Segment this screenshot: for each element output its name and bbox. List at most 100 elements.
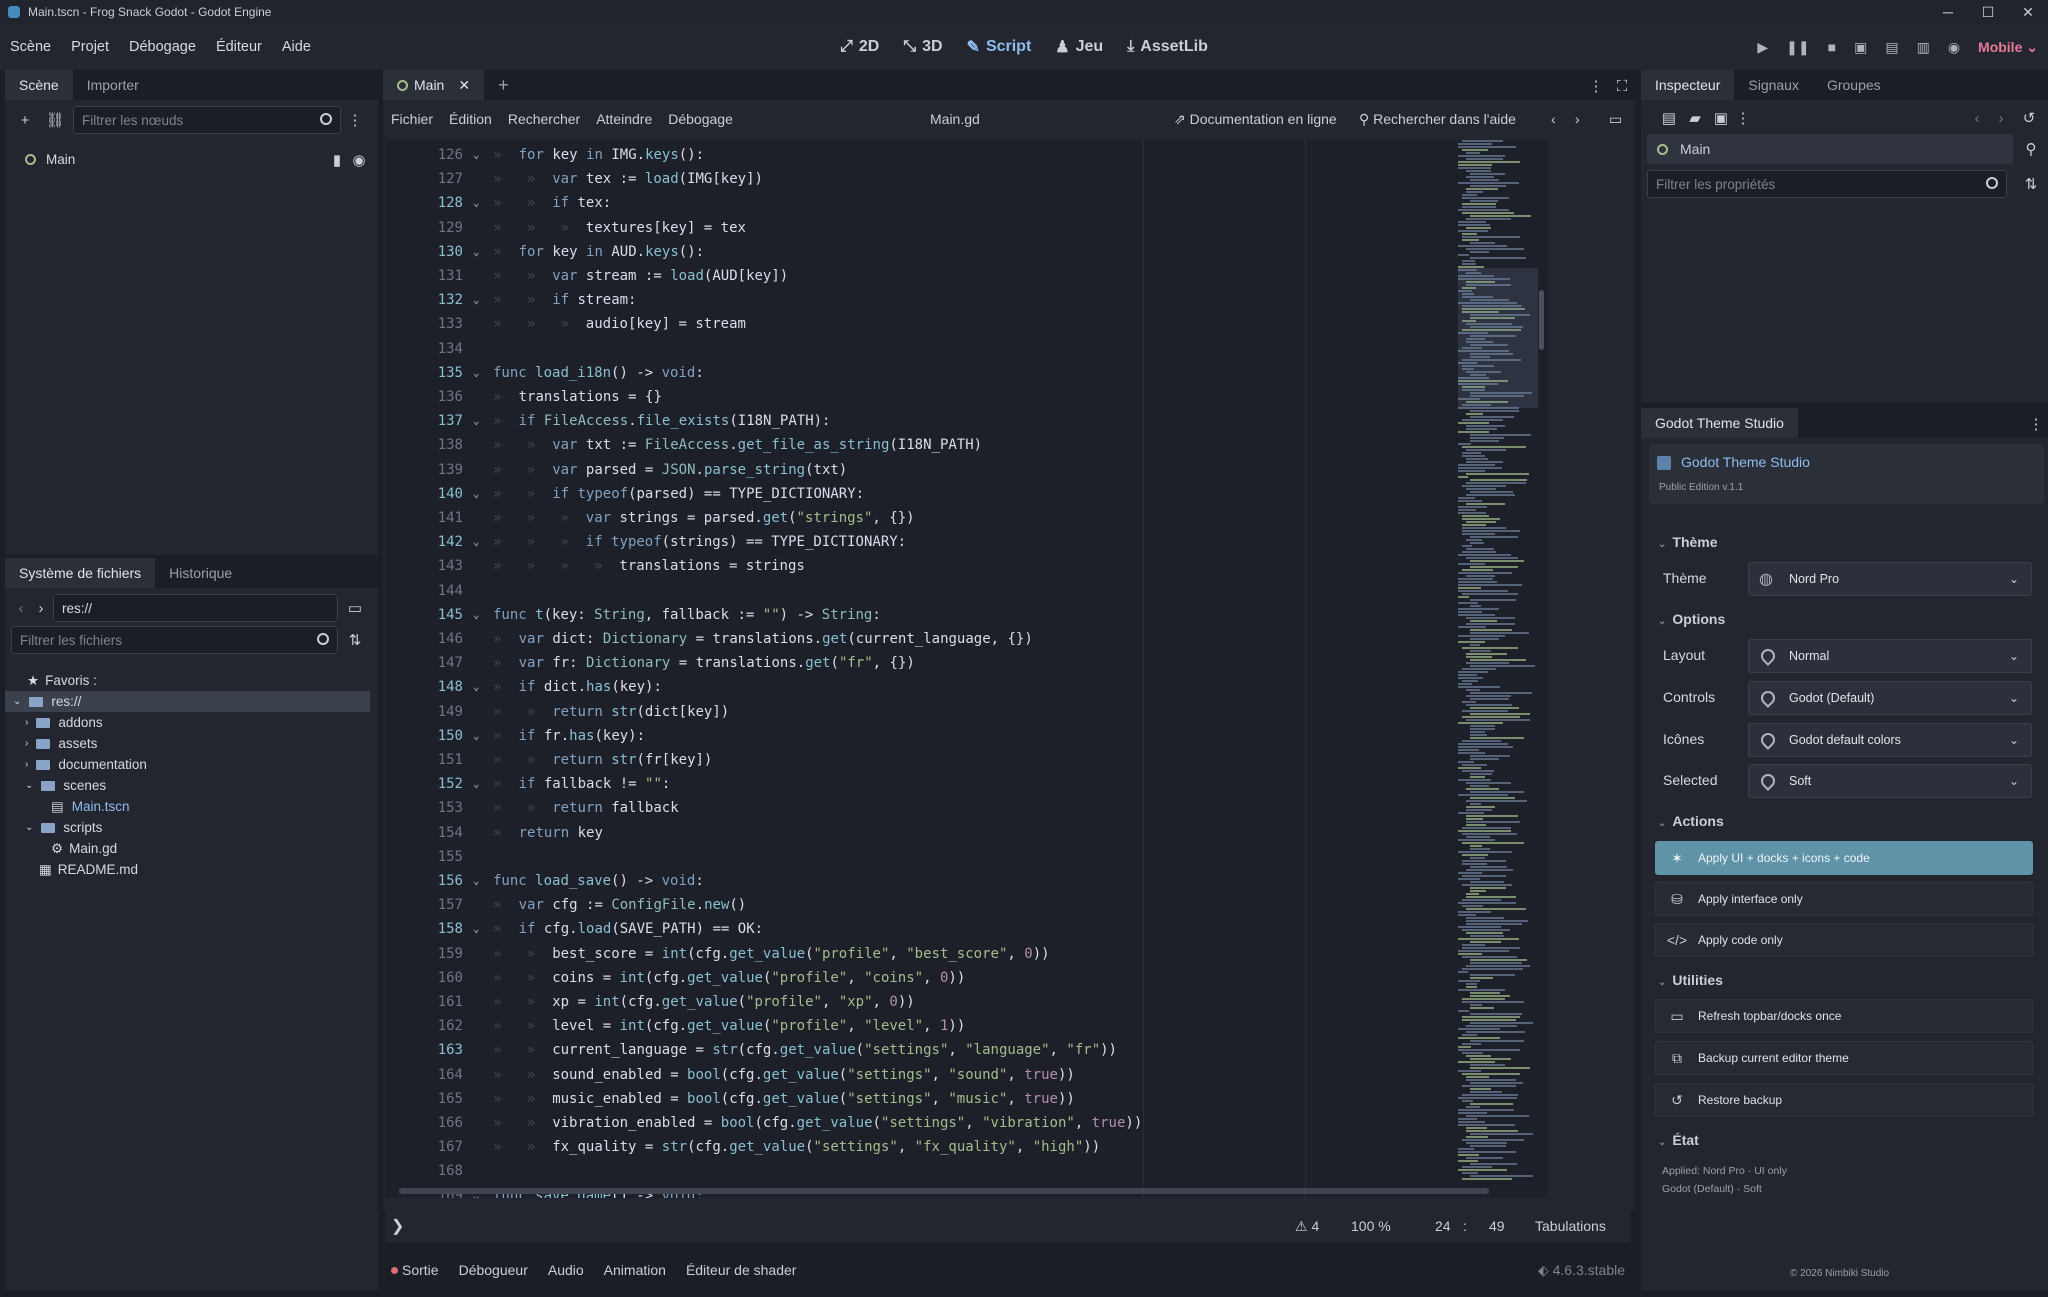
menu-search[interactable]: Rechercher xyxy=(500,111,588,127)
code-line[interactable]: 136» translations = {} xyxy=(385,385,1545,409)
code-line[interactable]: 127 » » var tex := load(IMG[key]) xyxy=(385,167,1545,191)
3d-button[interactable]: ⤡ 3D xyxy=(903,38,942,56)
object-properties-icon[interactable]: ⚲ xyxy=(2021,139,2041,159)
code-line[interactable]: 157» var cfg := ConfigFile.new() xyxy=(385,893,1545,917)
menu-file[interactable]: Fichier xyxy=(383,111,441,127)
tab-filesystem[interactable]: Système de fichiers xyxy=(5,558,156,588)
search-help-link[interactable]: ⚲ Rechercher dans l'aide xyxy=(1359,111,1516,128)
indent-mode[interactable]: Tabulations xyxy=(1535,1218,1606,1234)
fold-arrow-icon[interactable]: ⌄ xyxy=(473,530,480,554)
menu-goto[interactable]: Atteindre xyxy=(588,111,660,127)
history-icon[interactable]: ↺ xyxy=(2019,108,2039,128)
more-options-icon[interactable]: ⋮ xyxy=(1733,108,1753,128)
script-button[interactable]: ✎ Script xyxy=(967,37,1032,57)
code-line[interactable]: 139 » » var parsed = JSON.parse_string(tx… xyxy=(385,458,1545,482)
code-editor[interactable]: 126 ⌄» for key in IMG.keys(): 127» » var t… xyxy=(385,140,1548,1198)
code-line[interactable]: 130 ⌄» for key in AUD.keys(): xyxy=(385,240,1545,264)
code-line[interactable]: 142 ⌄ » » » if typeof(strings) == TYPE_DIC… xyxy=(385,530,1545,554)
remote-debug-icon[interactable]: ▣ xyxy=(1854,39,1867,56)
horizontal-scrollbar[interactable] xyxy=(399,1188,1489,1194)
tree-item-main-tscn[interactable]: ▤ Main.tscn xyxy=(51,796,130,817)
minimap-viewport[interactable] xyxy=(1458,268,1538,408)
sort-icon[interactable]: ⇅ xyxy=(345,630,365,650)
tree-item-assets[interactable]: › assets xyxy=(25,733,97,754)
tree-item-scenes[interactable]: ⌄ scenes xyxy=(25,775,106,796)
code-line[interactable]: 132 ⌄ » » if stream: xyxy=(385,288,1545,312)
menu-scene[interactable]: Scène xyxy=(0,39,61,55)
file-filter-input[interactable]: Filtrer les fichiers xyxy=(11,626,338,654)
code-line[interactable]: 150 ⌄» if fr.has(key): xyxy=(385,724,1545,748)
tab-output[interactable]: Sortie xyxy=(391,1262,439,1278)
code-line[interactable]: 149 » » return str(dict[key]) xyxy=(385,700,1545,724)
code-line[interactable]: 140 ⌄ » » if typeof(parsed) == TYPE_DICTIO… xyxy=(385,482,1545,506)
code-minimap[interactable] xyxy=(1458,140,1538,1190)
fold-arrow-icon[interactable]: ⌄ xyxy=(473,482,480,506)
renderer-select[interactable]: Mobile ⌄ xyxy=(1978,39,2038,56)
code-line[interactable]: 155 xyxy=(385,845,1545,869)
fold-arrow-icon[interactable]: ⌄ xyxy=(473,143,480,167)
forward-icon[interactable]: › xyxy=(31,598,51,618)
code-line[interactable]: 135 ⌄ func load_i18n() -> void: xyxy=(385,361,1545,385)
back-icon[interactable]: ‹ xyxy=(1967,108,1987,128)
controls-select[interactable]: Godot (Default) ⌄ xyxy=(1748,681,2032,715)
play-scene-icon[interactable]: ▤ xyxy=(1885,39,1898,56)
backup-theme-button[interactable]: ⧉ Backup current editor theme xyxy=(1655,1041,2033,1075)
history-back-icon[interactable]: ‹ xyxy=(1551,111,1556,127)
warnings-indicator[interactable]: ⚠ 4 xyxy=(1295,1218,1319,1235)
add-node-icon[interactable]: + xyxy=(15,110,35,130)
code-line[interactable]: 138 » » var txt := FileAccess.get_file_as… xyxy=(385,433,1545,457)
code-line[interactable]: 129 » » » textures[key] = tex xyxy=(385,216,1545,240)
tab-history[interactable]: Historique xyxy=(155,558,246,588)
code-line[interactable]: 165 » » music_enabled = bool(cfg.get_valu… xyxy=(385,1087,1545,1111)
tab-signals[interactable]: Signaux xyxy=(1734,70,1813,100)
tab-shader-editor[interactable]: Éditeur de shader xyxy=(686,1262,797,1278)
apply-interface-button[interactable]: ⛁ Apply interface only xyxy=(1655,882,2033,916)
tree-item-addons[interactable]: › addons xyxy=(25,712,103,733)
tab-inspector[interactable]: Inspecteur xyxy=(1641,70,1735,100)
fold-arrow-icon[interactable]: ⌄ xyxy=(473,361,480,385)
menu-debug[interactable]: Débogage xyxy=(660,111,741,127)
close-tab-icon[interactable]: ✕ xyxy=(458,77,470,94)
fold-arrow-icon[interactable]: ⌄ xyxy=(473,869,480,893)
close-window-icon[interactable]: ✕ xyxy=(2008,0,2048,24)
apply-all-button[interactable]: ✶ Apply UI + docks + icons + code xyxy=(1655,841,2033,875)
game-button[interactable]: ♟ Jeu xyxy=(1055,37,1103,57)
code-line[interactable]: 160 » » coins = int(cfg.get_value("profil… xyxy=(385,966,1545,990)
tree-item-readme[interactable]: ▦ README.md xyxy=(39,859,138,880)
theme-select[interactable]: ◍ Nord Pro ⌄ xyxy=(1748,562,2032,596)
online-docs-link[interactable]: ⇗ Documentation en ligne xyxy=(1174,111,1337,128)
menu-help[interactable]: Aide xyxy=(272,39,321,55)
tab-groups[interactable]: Groupes xyxy=(1813,70,1895,100)
code-line[interactable]: 162 » » level = int(cfg.get_value("profil… xyxy=(385,1014,1545,1038)
section-actions-header[interactable]: ⌄ Actions xyxy=(1658,813,1724,829)
save-icon[interactable]: ▣ xyxy=(1711,108,1731,128)
tree-item-scripts[interactable]: ⌄ scripts xyxy=(25,817,102,838)
movie-maker-icon[interactable]: ◉ xyxy=(1948,39,1960,56)
link-icon[interactable]: ⛓ xyxy=(45,110,65,130)
back-icon[interactable]: ‹ xyxy=(11,598,31,618)
section-theme-header[interactable]: ⌄ Thème xyxy=(1658,534,1718,550)
scene-root-node[interactable]: Main xyxy=(25,149,75,170)
selected-select[interactable]: Soft ⌄ xyxy=(1748,764,2032,798)
code-line[interactable]: 161 » » xp = int(cfg.get_value("profile",… xyxy=(385,990,1545,1014)
code-line[interactable]: 168 xyxy=(385,1159,1545,1183)
filter-settings-icon[interactable]: ⇅ xyxy=(2021,174,2041,194)
tree-item-res[interactable]: ⌄ res:// xyxy=(5,691,370,712)
tab-animation[interactable]: Animation xyxy=(604,1262,666,1278)
code-line[interactable]: 156 ⌄ func load_save() -> void: xyxy=(385,869,1545,893)
icons-select[interactable]: Godot default colors ⌄ xyxy=(1748,723,2032,757)
vertical-scrollbar[interactable] xyxy=(1539,290,1544,350)
code-line[interactable]: 167 » » fx_quality = str(cfg.get_value("s… xyxy=(385,1135,1545,1159)
code-line[interactable]: 148 ⌄» if dict.has(key): xyxy=(385,675,1545,699)
forward-icon[interactable]: › xyxy=(1991,108,2011,128)
restore-backup-button[interactable]: ↺ Restore backup xyxy=(1655,1083,2033,1117)
more-options-icon[interactable]: ⋮ xyxy=(345,110,365,130)
code-line[interactable]: 133 » » » audio[key] = stream xyxy=(385,312,1545,336)
toggle-panel-icon[interactable]: ❯ xyxy=(391,1216,404,1236)
tab-debugger[interactable]: Débogueur xyxy=(459,1262,528,1278)
fold-arrow-icon[interactable]: ⌄ xyxy=(473,675,480,699)
menu-edit[interactable]: Édition xyxy=(441,111,500,127)
code-line[interactable]: 131 » » var stream := load(AUD[key]) xyxy=(385,264,1545,288)
selected-node-field[interactable]: Main xyxy=(1647,134,2013,164)
fold-arrow-icon[interactable]: ⌄ xyxy=(473,917,480,941)
